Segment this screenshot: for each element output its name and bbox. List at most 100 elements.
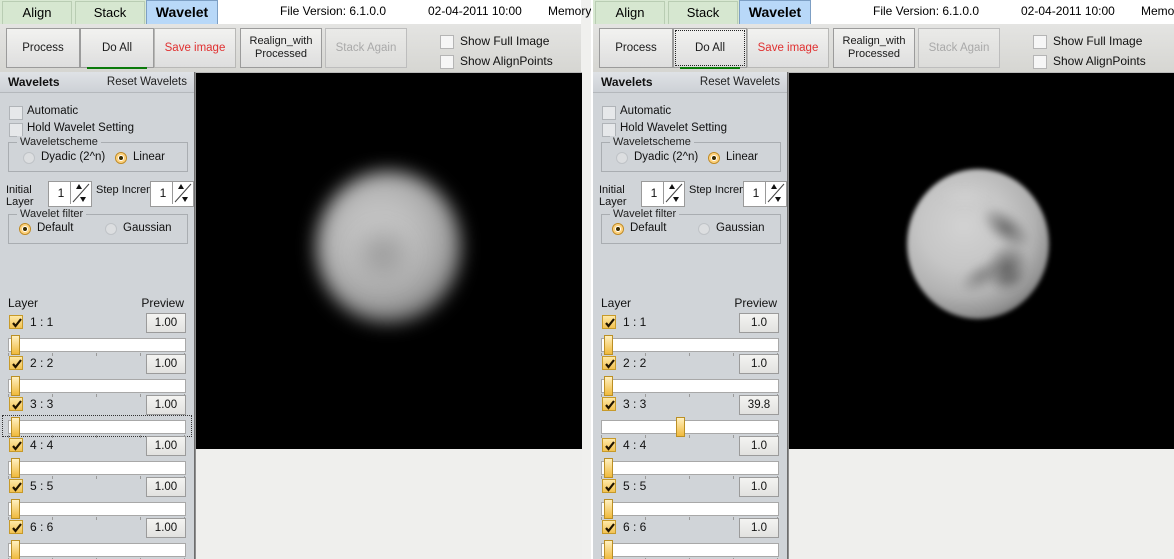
spinner-arrows-icon[interactable] xyxy=(172,182,193,204)
checkbox-box xyxy=(9,106,23,120)
preview-column-label: Preview xyxy=(734,296,777,310)
layer-enabled-checkbox[interactable] xyxy=(9,356,23,370)
initial-layer-spinner[interactable]: 1 xyxy=(48,181,92,207)
image-canvas[interactable] xyxy=(195,72,582,449)
checkbox-box xyxy=(1033,35,1047,49)
process-button[interactable]: Process xyxy=(599,28,673,68)
layer-preview-value[interactable]: 1.0 xyxy=(739,518,779,538)
show-align-points-checkbox[interactable]: Show AlignPoints xyxy=(1033,54,1174,69)
layer-row: 1 : 1 1.00 xyxy=(0,313,194,356)
layer-slider-track[interactable] xyxy=(601,420,779,434)
layer-slider-track[interactable] xyxy=(601,379,779,393)
layer-slider-thumb[interactable] xyxy=(676,417,685,437)
tab-align[interactable]: Align xyxy=(595,1,665,24)
layer-slider-thumb[interactable] xyxy=(11,417,20,437)
layer-slider-track[interactable] xyxy=(601,338,779,352)
layer-enabled-checkbox[interactable] xyxy=(602,397,616,411)
tab-wavelet[interactable]: Wavelet xyxy=(739,0,811,24)
layer-row: 5 : 5 1.00 xyxy=(0,477,194,520)
layer-enabled-checkbox[interactable] xyxy=(9,520,23,534)
radio-dot-icon xyxy=(105,223,117,235)
tab-align[interactable]: Align xyxy=(2,1,72,24)
layer-preview-value[interactable]: 1.0 xyxy=(739,477,779,497)
show-align-points-checkbox[interactable]: Show AlignPoints xyxy=(440,54,590,69)
layer-slider-track[interactable] xyxy=(8,543,186,557)
do-all-button[interactable]: Do All xyxy=(673,28,747,69)
waveletscheme-group: Waveletscheme Dyadic (2^n) Linear xyxy=(8,136,188,172)
layer-slider-track[interactable] xyxy=(601,543,779,557)
layer-preview-value[interactable]: 1.00 xyxy=(146,518,186,538)
layer-preview-value[interactable]: 1.0 xyxy=(739,436,779,456)
process-button[interactable]: Process xyxy=(6,28,80,68)
save-image-button[interactable]: Save image xyxy=(747,28,829,68)
layer-enabled-checkbox[interactable] xyxy=(602,520,616,534)
radio-dot-icon xyxy=(23,152,35,164)
layer-row: 4 : 4 1.0 xyxy=(593,436,787,479)
step-increment-label-1: Step xyxy=(96,184,119,196)
step-increment-spinner[interactable]: 1 xyxy=(150,181,194,207)
layer-row: 2 : 2 1.0 xyxy=(593,354,787,397)
layer-preview-value[interactable]: 39.8 xyxy=(739,395,779,415)
layer-slider-track[interactable] xyxy=(8,379,186,393)
reset-wavelets-button[interactable]: Reset Wavelets xyxy=(107,76,187,88)
spinner-arrows-icon[interactable] xyxy=(663,182,684,204)
layer-slider-thumb[interactable] xyxy=(604,540,613,559)
image-canvas[interactable] xyxy=(788,72,1174,449)
layer-slider-thumb[interactable] xyxy=(11,458,20,478)
step-increment-spinner[interactable]: 1 xyxy=(743,181,787,207)
layer-preview-value[interactable]: 1.00 xyxy=(146,313,186,333)
realign-with-processed-button[interactable]: Realign_with Processed xyxy=(240,28,322,68)
wavelet-filter-group: Wavelet filter Default Gaussian xyxy=(601,208,781,244)
layer-slider-track[interactable] xyxy=(601,461,779,475)
layer-preview-value[interactable]: 1.0 xyxy=(739,313,779,333)
radio-default-label: Default xyxy=(630,222,667,234)
spinner-arrows-icon[interactable] xyxy=(765,182,786,204)
initial-layer-spinner[interactable]: 1 xyxy=(641,181,685,207)
layer-slider-thumb[interactable] xyxy=(11,540,20,559)
image-viewport[interactable] xyxy=(788,72,1174,559)
layer-slider-track[interactable] xyxy=(601,502,779,516)
layer-slider-track[interactable] xyxy=(8,420,186,434)
do-all-button[interactable]: Do All xyxy=(80,28,154,69)
layer-preview-value[interactable]: 1.00 xyxy=(146,477,186,497)
layer-enabled-checkbox[interactable] xyxy=(9,479,23,493)
layer-enabled-checkbox[interactable] xyxy=(9,397,23,411)
layer-slider-track[interactable] xyxy=(8,338,186,352)
spinner-arrows-icon[interactable] xyxy=(70,182,91,204)
show-full-image-checkbox[interactable]: Show Full Image xyxy=(440,34,590,49)
radio-dot-icon xyxy=(698,223,710,235)
reset-wavelets-button[interactable]: Reset Wavelets xyxy=(700,76,780,88)
layer-enabled-checkbox[interactable] xyxy=(9,438,23,452)
layer-preview-value[interactable]: 1.0 xyxy=(739,354,779,374)
tab-stack[interactable]: Stack xyxy=(668,1,738,24)
layer-row: 6 : 6 1.00 xyxy=(0,518,194,559)
layer-slider-thumb[interactable] xyxy=(11,499,20,519)
layer-slider-thumb[interactable] xyxy=(604,499,613,519)
layer-preview-value[interactable]: 1.00 xyxy=(146,436,186,456)
realign-line-2: Processed xyxy=(848,48,900,60)
tab-stack[interactable]: Stack xyxy=(75,1,145,24)
layer-slider-track[interactable] xyxy=(8,502,186,516)
save-image-button[interactable]: Save image xyxy=(154,28,236,68)
layer-slider-thumb[interactable] xyxy=(11,376,20,396)
initial-layer-label-1: Initial xyxy=(6,184,32,196)
layer-enabled-checkbox[interactable] xyxy=(602,479,616,493)
layer-enabled-checkbox[interactable] xyxy=(9,315,23,329)
layer-enabled-checkbox[interactable] xyxy=(602,438,616,452)
layer-preview-value[interactable]: 1.00 xyxy=(146,395,186,415)
show-full-image-checkbox[interactable]: Show Full Image xyxy=(1033,34,1174,49)
layer-name: 3 : 3 xyxy=(30,397,54,411)
image-content-after xyxy=(789,73,1174,449)
layer-slider-track[interactable] xyxy=(8,461,186,475)
layer-enabled-checkbox[interactable] xyxy=(602,315,616,329)
tab-wavelet[interactable]: Wavelet xyxy=(146,0,218,24)
realign-with-processed-button[interactable]: Realign_with Processed xyxy=(833,28,915,68)
layer-slider-thumb[interactable] xyxy=(604,376,613,396)
layer-slider-thumb[interactable] xyxy=(11,335,20,355)
layer-slider-thumb[interactable] xyxy=(604,458,613,478)
image-viewport[interactable] xyxy=(195,72,582,559)
datetime-label: 02-04-2011 10:00 xyxy=(428,4,522,18)
layer-slider-thumb[interactable] xyxy=(604,335,613,355)
layer-enabled-checkbox[interactable] xyxy=(602,356,616,370)
layer-preview-value[interactable]: 1.00 xyxy=(146,354,186,374)
